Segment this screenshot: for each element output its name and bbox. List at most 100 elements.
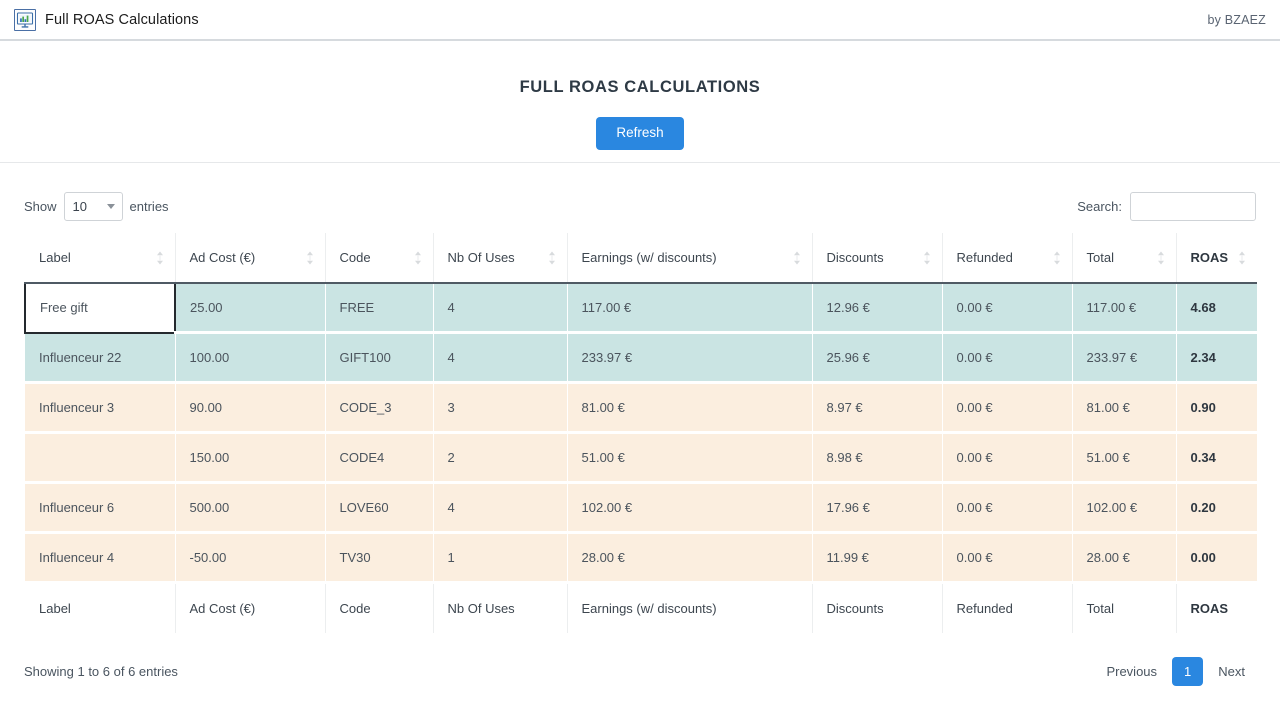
cell-ad-cost[interactable]: -50.00 bbox=[175, 532, 326, 584]
refresh-button[interactable]: Refresh bbox=[596, 117, 684, 150]
column-footer-refunded: Refunded bbox=[942, 582, 1073, 633]
column-footer-nb-of-uses: Nb Of Uses bbox=[433, 582, 568, 633]
datatable-footer: Showing 1 to 6 of 6 entries Previous 1 N… bbox=[24, 657, 1256, 686]
cell-ad-cost[interactable]: 150.00 bbox=[175, 432, 326, 484]
table-row[interactable]: Free gift 25.00 FREE 4 117.00 €12.96 €0.00 €… bbox=[24, 282, 1257, 334]
app-header-identity: Full ROAS Calculations bbox=[14, 8, 199, 31]
table-footer-row: Label Ad Cost (€) Code Nb Of Uses Earnings (… bbox=[25, 582, 1257, 633]
sort-icon bbox=[1239, 251, 1245, 264]
cell-earnings[interactable]: 117.00 € bbox=[567, 283, 813, 334]
table-row[interactable]: Influenceur 22 100.00 GIFT100 4 233.97 €25.9… bbox=[25, 332, 1257, 384]
cell-nb-of-uses[interactable]: 1 bbox=[433, 532, 568, 584]
column-footer-earnings: Earnings (w/ discounts) bbox=[567, 582, 813, 633]
column-header-label: ROAS bbox=[1190, 250, 1229, 265]
column-header-ad-cost[interactable]: Ad Cost (€) bbox=[175, 233, 326, 284]
search-control: Search: bbox=[1077, 191, 1256, 221]
cell-total[interactable]: 28.00 € bbox=[1072, 532, 1177, 584]
app-title: Full ROAS Calculations bbox=[45, 11, 199, 28]
sort-icon bbox=[793, 251, 800, 264]
cell-roas[interactable]: 0.34 bbox=[1176, 432, 1257, 484]
cell-label[interactable]: Influenceur 6 bbox=[25, 482, 176, 534]
column-header-code[interactable]: Code bbox=[325, 233, 434, 284]
cell-label[interactable]: Influenceur 22 bbox=[25, 332, 176, 384]
column-header-total[interactable]: Total bbox=[1072, 233, 1177, 284]
column-header-discounts[interactable]: Discounts bbox=[812, 233, 943, 284]
cell-total[interactable]: 81.00 € bbox=[1072, 382, 1177, 434]
cell-label[interactable] bbox=[25, 432, 176, 484]
show-label: Show bbox=[24, 198, 57, 214]
entries-info: Showing 1 to 6 of 6 entries bbox=[24, 664, 178, 679]
cell-discounts[interactable]: 17.96 € bbox=[812, 482, 943, 534]
cell-code[interactable]: LOVE60 bbox=[325, 482, 434, 534]
cell-code[interactable]: TV30 bbox=[325, 532, 434, 584]
column-header-earnings[interactable]: Earnings (w/ discounts) bbox=[567, 233, 813, 284]
cell-code[interactable]: CODE_3 bbox=[325, 382, 434, 434]
cell-refunded[interactable]: 0.00 € bbox=[942, 332, 1073, 384]
cell-discounts[interactable]: 8.98 € bbox=[812, 432, 943, 484]
cell-earnings[interactable]: 233.97 € bbox=[567, 332, 813, 384]
column-header-nb-of-uses[interactable]: Nb Of Uses bbox=[433, 233, 568, 284]
cell-ad-cost[interactable]: 100.00 bbox=[175, 332, 326, 384]
cell-ad-cost[interactable]: 500.00 bbox=[175, 482, 326, 534]
cell-total[interactable]: 233.97 € bbox=[1072, 332, 1177, 384]
cell-ad-cost[interactable]: 90.00 bbox=[175, 382, 326, 434]
table-row[interactable]: Influenceur 4 -50.00 TV30 1 28.00 €11.99 €0.… bbox=[25, 532, 1257, 584]
datatable-toolbar: Show 10 entries Search: bbox=[24, 185, 1256, 227]
column-header-roas[interactable]: ROAS bbox=[1176, 233, 1257, 284]
cell-nb-of-uses[interactable]: 4 bbox=[433, 283, 568, 334]
column-footer-label: Ad Cost (€) bbox=[189, 601, 256, 616]
cell-label[interactable]: Influenceur 4 bbox=[25, 532, 176, 584]
roas-table: Label Ad Cost (€) Code Nb Of Uses Earnings (… bbox=[24, 233, 1257, 633]
search-input[interactable] bbox=[1130, 191, 1256, 221]
column-header-label: Discounts bbox=[826, 250, 884, 265]
sort-icon bbox=[414, 251, 421, 264]
pagination-controls: Previous 1 Next bbox=[1095, 657, 1256, 686]
table-row[interactable]: Influenceur 3 90.00 CODE_3 3 81.00 €8.97 €0.… bbox=[25, 382, 1257, 434]
cell-label[interactable]: Influenceur 3 bbox=[25, 382, 176, 434]
cell-nb-of-uses[interactable]: 3 bbox=[433, 382, 568, 434]
cell-roas[interactable]: 0.00 bbox=[1176, 532, 1257, 584]
cell-code[interactable]: CODE4 bbox=[325, 432, 434, 484]
cell-roas[interactable]: 2.34 bbox=[1176, 332, 1257, 384]
column-header-label: Ad Cost (€) bbox=[189, 250, 256, 265]
column-header-label[interactable]: Label bbox=[25, 233, 176, 284]
cell-roas[interactable]: 0.20 bbox=[1176, 482, 1257, 534]
cell-label-focused[interactable]: Free gift bbox=[24, 282, 176, 334]
cell-earnings[interactable]: 51.00 € bbox=[567, 432, 813, 484]
table-row[interactable]: Influenceur 6 500.00 LOVE60 4 102.00 €17.96 … bbox=[25, 482, 1257, 534]
column-header-refunded[interactable]: Refunded bbox=[942, 233, 1073, 284]
cell-code[interactable]: GIFT100 bbox=[325, 332, 434, 384]
cell-total[interactable]: 102.00 € bbox=[1072, 482, 1177, 534]
pagination-page-1[interactable]: 1 bbox=[1172, 657, 1204, 686]
cell-roas[interactable]: 0.90 bbox=[1176, 382, 1257, 434]
column-header-label: Code bbox=[339, 250, 371, 265]
cell-total[interactable]: 117.00 € bbox=[1072, 283, 1177, 334]
cell-discounts[interactable]: 8.97 € bbox=[812, 382, 943, 434]
pagination-previous[interactable]: Previous bbox=[1095, 658, 1168, 685]
entries-length-control: Show 10 entries bbox=[24, 191, 169, 221]
cell-refunded[interactable]: 0.00 € bbox=[942, 432, 1073, 484]
cell-roas[interactable]: 4.68 bbox=[1176, 283, 1257, 334]
cell-earnings[interactable]: 81.00 € bbox=[567, 382, 813, 434]
cell-refunded[interactable]: 0.00 € bbox=[942, 482, 1073, 534]
table-row[interactable]: 150.00 CODE4 2 51.00 €8.98 €0.00 €51.00 €0.… bbox=[25, 432, 1257, 484]
cell-nb-of-uses[interactable]: 4 bbox=[433, 482, 568, 534]
cell-code[interactable]: FREE bbox=[325, 283, 434, 334]
cell-refunded[interactable]: 0.00 € bbox=[942, 532, 1073, 584]
sort-icon bbox=[1157, 251, 1164, 264]
cell-discounts[interactable]: 11.99 € bbox=[812, 532, 943, 584]
column-header-label: Label bbox=[39, 250, 71, 265]
cell-nb-of-uses[interactable]: 4 bbox=[433, 332, 568, 384]
cell-discounts[interactable]: 12.96 € bbox=[812, 283, 943, 334]
cell-ad-cost[interactable]: 25.00 bbox=[175, 283, 326, 334]
cell-nb-of-uses[interactable]: 2 bbox=[433, 432, 568, 484]
cell-refunded[interactable]: 0.00 € bbox=[942, 382, 1073, 434]
cell-earnings[interactable]: 102.00 € bbox=[567, 482, 813, 534]
cell-discounts[interactable]: 25.96 € bbox=[812, 332, 943, 384]
cell-total[interactable]: 51.00 € bbox=[1072, 432, 1177, 484]
cell-refunded[interactable]: 0.00 € bbox=[942, 283, 1073, 334]
page-length-select[interactable]: 10 bbox=[63, 191, 123, 221]
cell-earnings[interactable]: 28.00 € bbox=[567, 532, 813, 584]
column-footer-label: Total bbox=[1086, 601, 1114, 616]
pagination-next[interactable]: Next bbox=[1207, 658, 1256, 685]
